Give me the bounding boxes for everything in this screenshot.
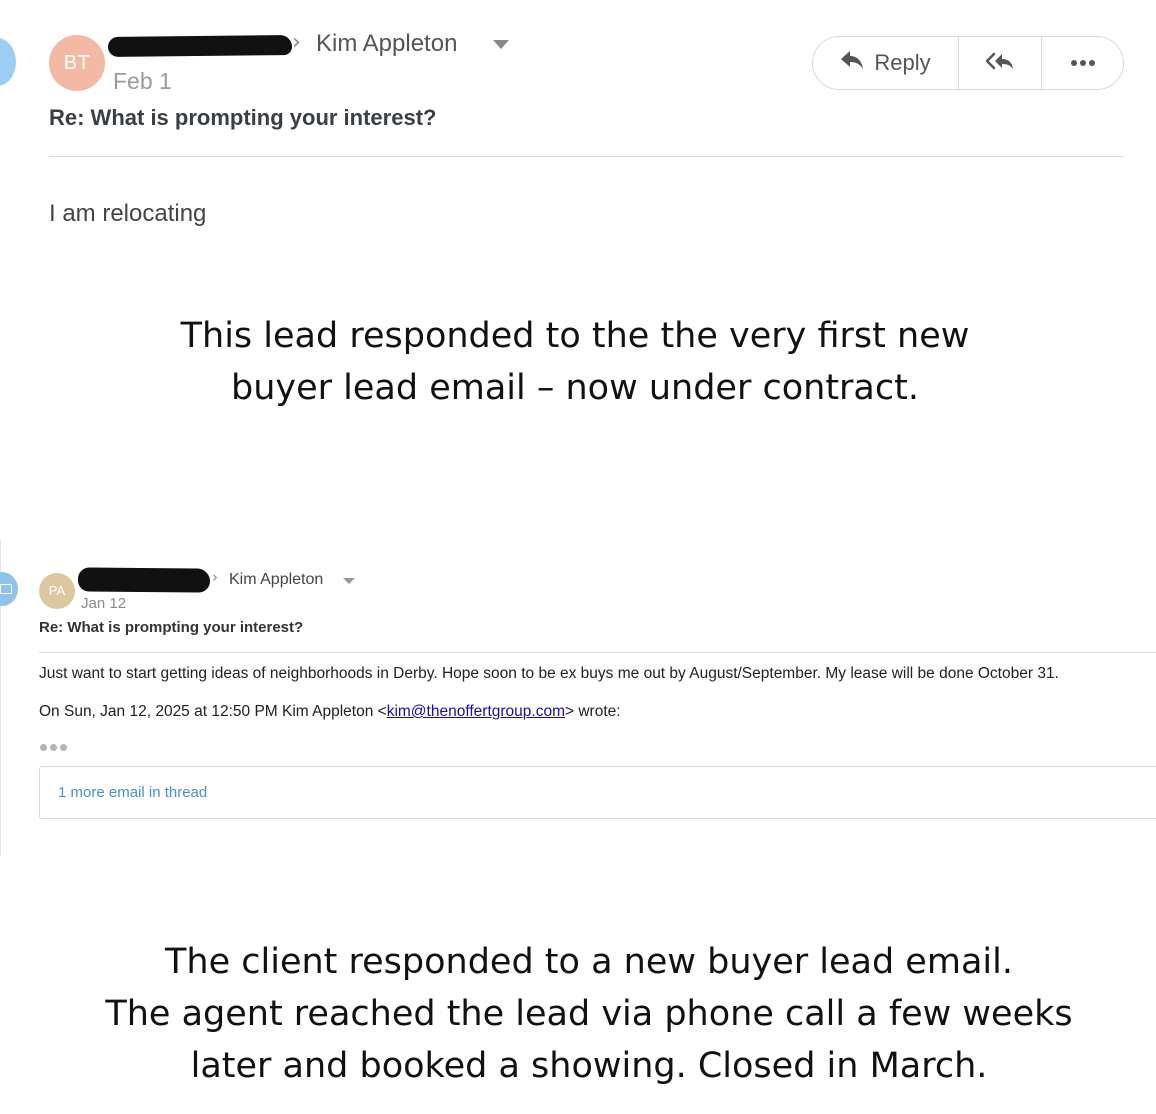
chevron-right-icon: ›: [292, 30, 301, 55]
email-body: Just want to start getting ideas of neig…: [39, 665, 1059, 682]
email-message-1: BT › Kim Appleton Feb 1 Re: What is prom…: [0, 0, 1156, 260]
sender-email-link[interactable]: kim@thenoffertgroup.com: [387, 703, 565, 720]
caption-top: This lead responded to the the very firs…: [0, 310, 1153, 414]
quote-prefix: On Sun, Jan 12, 2025 at 12:50 PM Kim App…: [39, 703, 387, 720]
redacted-sender: [107, 35, 293, 57]
reply-button[interactable]: Reply: [813, 37, 959, 89]
email-actions: Reply: [812, 36, 1124, 90]
caption-line: The client responded to a new buyer lead…: [165, 942, 1013, 982]
email-subject: Re: What is prompting your interest?: [49, 105, 437, 130]
chevron-right-icon: ›: [212, 568, 218, 586]
envelope-icon: [0, 572, 18, 606]
email-subject: Re: What is prompting your interest?: [39, 619, 304, 636]
quoted-header: On Sun, Jan 12, 2025 at 12:50 PM Kim App…: [39, 703, 621, 721]
sender-avatar: PA: [39, 573, 75, 609]
reply-all-button[interactable]: [959, 37, 1042, 89]
reply-all-arrows-icon: [985, 50, 1015, 77]
reply-label: Reply: [874, 50, 931, 75]
sender-avatar: BT: [49, 35, 105, 91]
more-emails-in-thread-link[interactable]: 1 more email in thread: [39, 766, 1156, 819]
caption-line: The agent reached the lead via phone cal…: [105, 994, 1073, 1034]
caption-line: buyer lead email – now under contract.: [231, 368, 919, 408]
chevron-down-icon[interactable]: [343, 578, 355, 584]
email-date: Jan 12: [81, 595, 127, 612]
caption-line: later and booked a showing. Closed in Ma…: [190, 1046, 988, 1086]
chevron-down-icon[interactable]: [493, 40, 509, 49]
email-body: I am relocating: [49, 200, 207, 227]
more-button[interactable]: [1042, 37, 1123, 89]
email-date: Feb 1: [113, 68, 172, 94]
divider: [39, 652, 1156, 653]
reply-arrow-icon: [840, 49, 864, 77]
show-trimmed-content-button[interactable]: [40, 744, 67, 751]
divider: [49, 156, 1124, 157]
unread-indicator: [0, 38, 16, 86]
caption-bottom: The client responded to a new buyer lead…: [11, 936, 1156, 1092]
redacted-sender: [77, 567, 211, 593]
caption-line: This lead responded to the the very firs…: [180, 316, 970, 356]
recipient-name[interactable]: Kim Appleton: [316, 30, 457, 58]
quote-suffix: > wrote:: [564, 703, 621, 720]
email-message-2: PA › Kim Appleton Jan 12 Re: What is pro…: [0, 540, 1156, 858]
ellipsis-icon: [1070, 60, 1095, 66]
recipient-name[interactable]: Kim Appleton: [229, 571, 323, 589]
